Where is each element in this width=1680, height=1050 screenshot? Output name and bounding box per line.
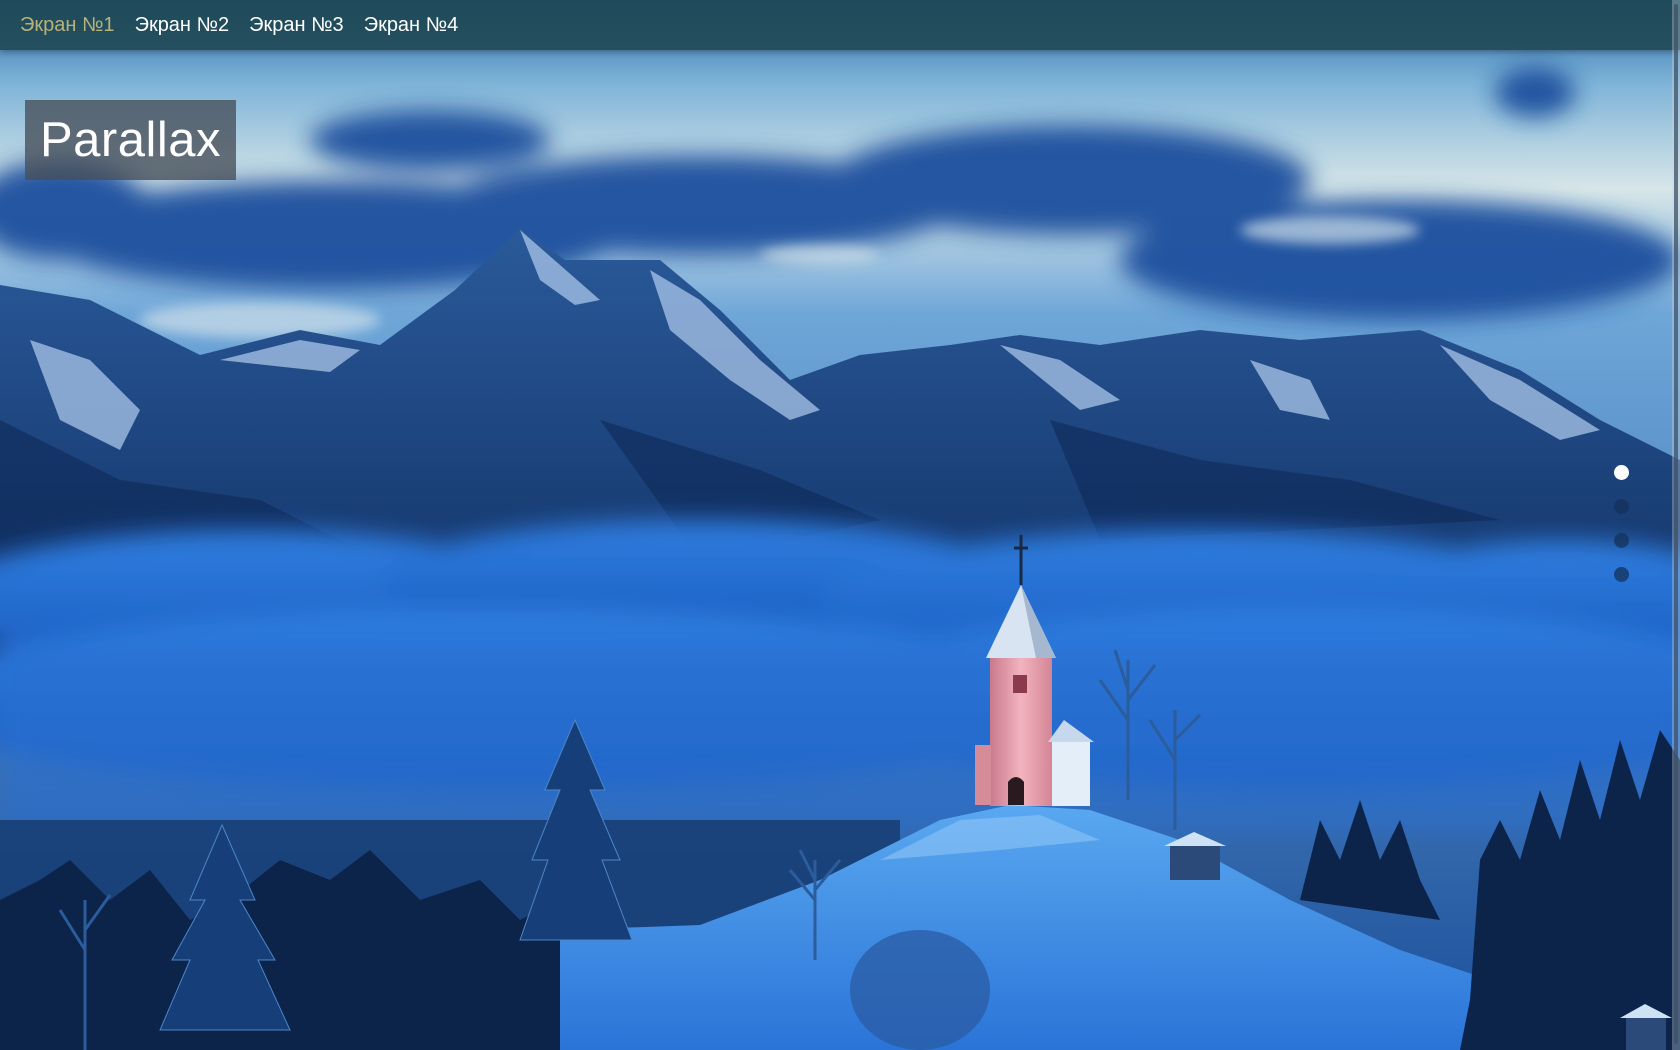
page-title: Parallax [39,113,222,167]
nav-link-screen-1[interactable]: Экран №1 [20,0,115,50]
page-scrollbar-thumb[interactable] [1674,4,1678,1044]
pager-dot-2[interactable] [1614,499,1629,514]
hero-section [0,0,1680,1050]
pager-dot-1[interactable] [1614,465,1629,480]
nav-link-screen-4[interactable]: Экран №4 [364,0,459,50]
pager-dot-4[interactable] [1614,567,1629,582]
page-title-box: Parallax [25,100,236,180]
nav-link-screen-2[interactable]: Экран №2 [135,0,230,50]
top-navbar: Экран №1 Экран №2 Экран №3 Экран №4 [0,0,1680,50]
pager-dot-3[interactable] [1614,533,1629,548]
winter-landscape-background [0,0,1680,1050]
nav-link-screen-3[interactable]: Экран №3 [249,0,344,50]
section-pager [1614,465,1630,582]
